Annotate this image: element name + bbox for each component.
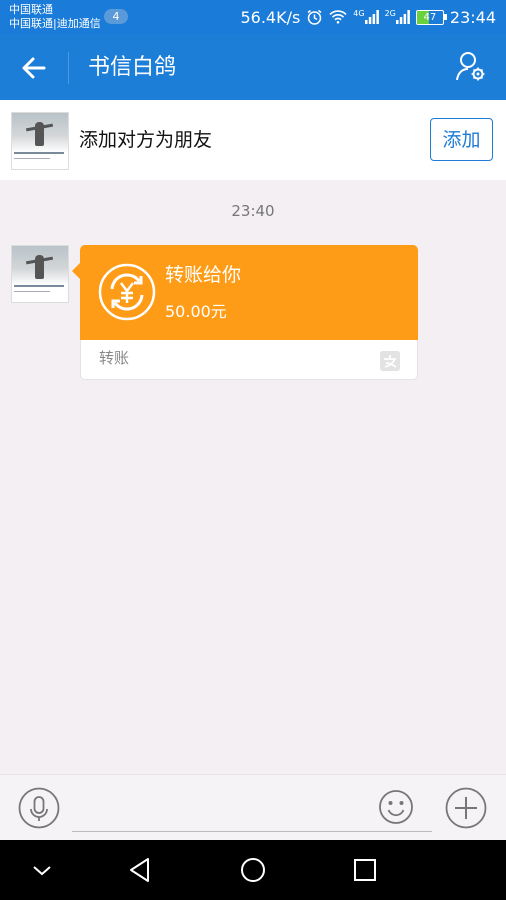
wifi-icon <box>329 10 347 24</box>
chevron-down-icon[interactable] <box>26 854 58 886</box>
transfer-card-bottom: 转账 <box>80 340 418 380</box>
transfer-label: 转账 <box>99 349 130 367</box>
transfer-message[interactable]: 转账给你 50.00元 转账 <box>72 245 418 380</box>
add-friend-bar: 添加对方为朋友 添加 <box>0 100 506 180</box>
microphone-icon[interactable] <box>18 787 60 829</box>
transfer-title: 转账给你 <box>165 264 242 286</box>
chat-title: 书信白鸽 <box>88 55 177 80</box>
sender-avatar[interactable] <box>11 245 69 303</box>
network-4g-label: 4G <box>353 9 365 18</box>
bubble-tail <box>72 263 80 279</box>
network-2g-label: 2G <box>384 9 396 18</box>
alarm-icon <box>306 9 323 26</box>
back-arrow-icon[interactable] <box>18 52 50 84</box>
network-speed: 56.4K/s <box>240 7 301 27</box>
app-logo-icon <box>380 351 400 371</box>
message-timestamp: 23:40 <box>231 202 275 220</box>
transfer-amount: 50.00元 <box>165 302 227 321</box>
add-friend-text: 添加对方为朋友 <box>79 129 213 151</box>
user-settings-icon[interactable] <box>454 50 488 84</box>
battery-icon: 47 <box>415 9 447 25</box>
battery-level: 47 <box>423 11 437 23</box>
nav-recents-icon[interactable] <box>349 854 381 886</box>
signal-2g-icon: 2G <box>385 10 410 24</box>
add-friend-button[interactable]: 添加 <box>430 118 493 161</box>
transfer-card-top: 转账给你 50.00元 <box>80 245 418 340</box>
nav-back-icon[interactable] <box>124 854 156 886</box>
nav-home-icon[interactable] <box>237 854 269 886</box>
emoji-icon[interactable] <box>378 789 414 825</box>
chat-header: 书信白鸽 <box>0 34 506 100</box>
status-bar: 中国联通 中国联通|迪加通信 4 56.4K/s 4G 2G 47 23:44 <box>0 0 506 34</box>
plus-icon[interactable] <box>445 787 487 829</box>
header-divider <box>68 52 69 84</box>
carrier-name-secondary: 中国联通|迪加通信 <box>9 17 101 30</box>
system-nav-bar <box>0 840 506 900</box>
carrier-name: 中国联通 <box>9 3 53 16</box>
transfer-icon <box>98 263 156 321</box>
input-bar <box>0 774 506 841</box>
avatar[interactable] <box>11 112 69 170</box>
signal-4g-icon: 4G <box>353 9 379 24</box>
notification-badge: 4 <box>104 9 128 24</box>
status-time: 23:44 <box>449 7 496 27</box>
